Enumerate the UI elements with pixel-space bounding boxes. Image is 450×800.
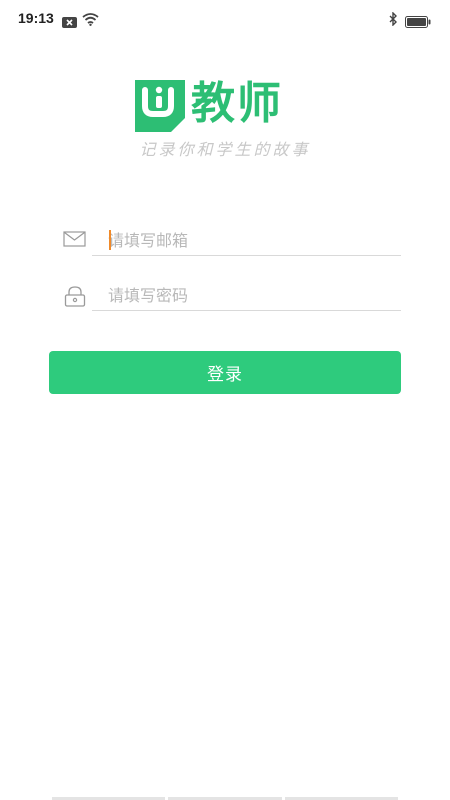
mail-icon [63, 230, 89, 252]
slogan: 记录你和学生的故事 [139, 140, 311, 159]
password-underline [92, 310, 401, 311]
notification-icon [62, 13, 77, 32]
password-input[interactable] [108, 282, 388, 308]
lock-icon [63, 285, 89, 307]
text-cursor [109, 230, 111, 250]
email-input[interactable] [108, 227, 388, 253]
status-bar: 19:13 [0, 0, 450, 38]
battery-icon [405, 13, 431, 32]
password-field-row [63, 277, 401, 317]
logo-text: 教师 [191, 78, 283, 129]
login-button[interactable]: 登录 [49, 351, 401, 394]
wifi-icon [82, 11, 99, 30]
email-underline [92, 255, 401, 256]
bluetooth-icon [388, 11, 398, 30]
logo-badge-icon [133, 78, 187, 138]
login-screen: 19:13 教师 记录你和学生的故事 请填写邮箱 登录 [0, 0, 450, 800]
app-logo: 教师 [133, 78, 319, 134]
status-time: 19:13 [18, 10, 54, 26]
email-field-row [63, 222, 401, 262]
